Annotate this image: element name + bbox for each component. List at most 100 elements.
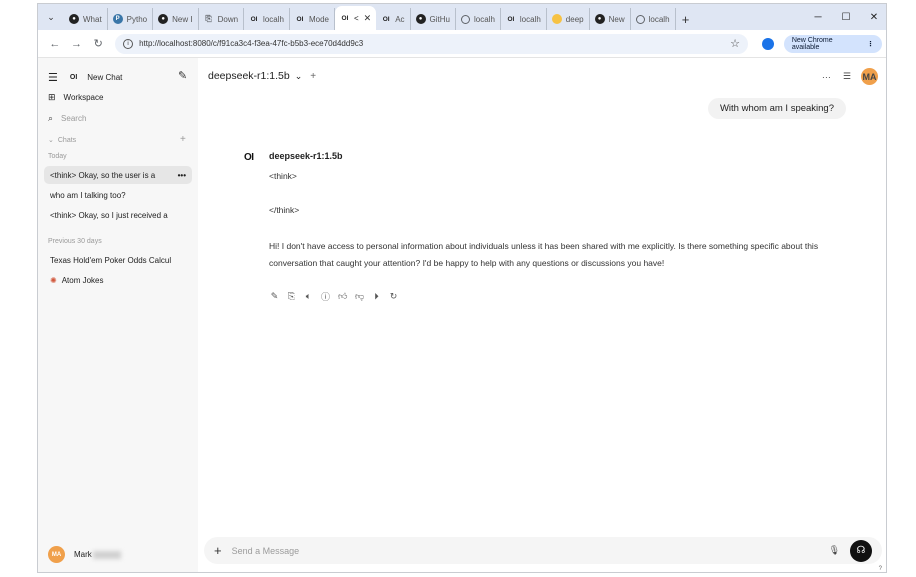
attach-plus-icon[interactable]: + bbox=[214, 543, 222, 558]
url-text: http://localhost:8080/c/f91ca3c4-f3ea-47… bbox=[139, 39, 364, 48]
openwebui-logo: OI bbox=[69, 74, 78, 81]
reload-icon[interactable]: ↻ bbox=[87, 37, 109, 50]
huggingface-icon bbox=[551, 14, 562, 24]
window-controls: ─ ☐ ✕ bbox=[804, 4, 886, 30]
tab[interactable]: ● New I bbox=[153, 8, 199, 30]
model-selector[interactable]: deepseek-r1:1.5b ⌄ + bbox=[208, 70, 316, 82]
read-aloud-icon[interactable]: 🔈︎ bbox=[304, 291, 313, 302]
tab[interactable]: OI localh bbox=[244, 8, 290, 30]
headphones-icon: ☊ bbox=[856, 545, 866, 556]
chat-item[interactable]: ✺ Atom Jokes bbox=[44, 271, 192, 289]
sidebar: ☰ OI New Chat ✎ ⊞ Workspace ⌕ Search ⌄ C… bbox=[38, 58, 198, 572]
chat-item[interactable]: <think> Okay, so I just received a bbox=[44, 206, 192, 224]
browser-toolbar: ← → ↻ i http://localhost:8080/c/f91ca3c4… bbox=[38, 30, 886, 58]
chevron-down-icon: ⌄ bbox=[294, 70, 303, 81]
controls-sliders-icon[interactable]: ☰ bbox=[843, 71, 851, 82]
chat-item[interactable]: Texas Hold'em Poker Odds Calcul bbox=[44, 251, 192, 269]
menu-icon[interactable]: ☰ bbox=[48, 71, 58, 84]
tab[interactable]: OI Mode bbox=[290, 8, 335, 30]
openwebui-icon: OI bbox=[382, 15, 390, 23]
bookmark-star-icon[interactable]: ☆ bbox=[730, 37, 740, 50]
openwebui-icon: OI bbox=[507, 15, 515, 23]
chats-section-header[interactable]: ⌄ Chats bbox=[48, 136, 76, 145]
new-chat-edit-icon[interactable]: ✎ bbox=[178, 69, 187, 82]
tab[interactable]: ● GitHu bbox=[411, 8, 456, 30]
tab[interactable]: ⎘ Down bbox=[199, 8, 245, 30]
previous-30-days-label: Previous 30 days bbox=[48, 238, 102, 245]
continue-icon[interactable]: ⏵ bbox=[372, 291, 381, 302]
user-message: With whom am I speaking? bbox=[707, 98, 846, 119]
back-icon[interactable]: ← bbox=[44, 38, 66, 50]
sidebar-header: ☰ OI New Chat bbox=[48, 71, 122, 84]
tab-strip: ⌄ ● What P Pytho ● New I ⎘ Down OI localh OI M… bbox=[38, 4, 886, 30]
github-icon: ● bbox=[69, 14, 79, 24]
user-name: Mark bbox=[74, 550, 92, 559]
sidebar-search[interactable]: ⌕ Search bbox=[48, 113, 86, 124]
profile-icon[interactable] bbox=[761, 37, 774, 50]
user-avatar: MA bbox=[48, 546, 65, 563]
search-input[interactable]: Search bbox=[61, 114, 86, 123]
redacted-surname bbox=[92, 550, 121, 559]
add-folder-icon[interactable]: + bbox=[180, 134, 186, 145]
chat-item[interactable]: <think> Okay, so the user is a ••• bbox=[44, 166, 192, 184]
tab[interactable]: deep bbox=[547, 8, 590, 30]
microphone-icon[interactable]: 🎙︎ bbox=[829, 545, 840, 556]
address-bar[interactable]: i http://localhost:8080/c/f91ca3c4-f3ea-… bbox=[115, 33, 748, 54]
help-icon[interactable]: ? bbox=[879, 566, 882, 572]
voice-mode-button[interactable]: ☊ bbox=[850, 539, 872, 562]
header-actions: ··· ☰ MA bbox=[810, 68, 878, 85]
more-options-icon[interactable]: ••• bbox=[173, 170, 186, 180]
forward-icon[interactable]: → bbox=[66, 38, 88, 50]
copy-icon[interactable]: ⎘ bbox=[287, 291, 296, 302]
close-window-icon[interactable]: ✕ bbox=[860, 12, 886, 23]
tab-active[interactable]: OI < ✕ bbox=[334, 6, 377, 30]
new-chrome-available-button[interactable]: New Chrome available ⋮ bbox=[783, 34, 883, 53]
kebab-menu-icon: ⋮ bbox=[867, 40, 875, 48]
github-icon: ● bbox=[415, 14, 426, 24]
site-info-icon[interactable]: i bbox=[123, 38, 134, 49]
maximize-icon[interactable]: ☐ bbox=[832, 12, 860, 23]
today-label: Today bbox=[48, 153, 67, 160]
sidebar-item-workspace[interactable]: ⊞ Workspace bbox=[48, 92, 103, 103]
user-avatar[interactable]: MA bbox=[861, 68, 878, 85]
openwebui-icon: OI bbox=[341, 14, 349, 22]
tab[interactable]: OI Ac bbox=[376, 8, 411, 30]
message-input[interactable]: Send a Message bbox=[232, 546, 829, 556]
chevron-down-icon: ⌄ bbox=[47, 11, 55, 22]
add-model-icon[interactable]: + bbox=[310, 71, 316, 82]
search-icon: ⌕ bbox=[48, 113, 54, 123]
assistant-name: deepseek-r1:1.5b bbox=[269, 151, 343, 161]
tab[interactable]: ● What bbox=[64, 8, 108, 30]
tab[interactable]: ● New bbox=[590, 8, 631, 30]
github-icon: ● bbox=[158, 14, 169, 24]
edit-icon[interactable]: ✎ bbox=[270, 291, 279, 302]
workspace-grid-icon: ⊞ bbox=[48, 92, 56, 102]
thumbs-down-icon[interactable]: 👎︎ bbox=[355, 291, 364, 302]
tab-search-button[interactable]: ⌄ bbox=[38, 4, 64, 30]
close-tab-icon[interactable]: ✕ bbox=[364, 13, 372, 24]
new-tab-button[interactable]: + bbox=[676, 8, 696, 30]
info-icon[interactable]: ⓘ bbox=[321, 290, 330, 303]
minimize-icon[interactable]: ─ bbox=[804, 12, 832, 23]
think-close-tag: </think> bbox=[269, 205, 300, 215]
new-chat-label[interactable]: New Chat bbox=[87, 73, 122, 82]
tab[interactable]: localh bbox=[631, 8, 676, 30]
thumbs-up-icon[interactable]: 👍︎ bbox=[338, 291, 347, 302]
tab[interactable]: localh bbox=[456, 8, 501, 30]
tab[interactable]: OI localh bbox=[501, 8, 547, 30]
openwebui-icon: OI bbox=[296, 15, 304, 23]
regenerate-icon[interactable]: ↻ bbox=[389, 291, 398, 302]
tab[interactable]: P Pytho bbox=[108, 8, 154, 30]
assistant-response: Hi! I don't have access to personal info… bbox=[269, 241, 819, 268]
github-icon: ● bbox=[594, 14, 605, 24]
globe-icon bbox=[635, 14, 645, 24]
think-open-tag: <think> bbox=[269, 171, 297, 181]
user-menu[interactable]: MA Mark bbox=[48, 546, 121, 563]
message-composer: + Send a Message 🎙︎ ☊ bbox=[204, 537, 882, 564]
globe-icon bbox=[460, 14, 470, 24]
document-icon: ⎘ bbox=[205, 14, 212, 23]
message-actions: ✎ ⎘ 🔈︎ ⓘ 👍︎ 👎︎ ⏵ ↻ bbox=[270, 290, 406, 303]
chat-item[interactable]: who am I talking too? bbox=[44, 186, 192, 204]
assistant-logo: OI bbox=[244, 152, 254, 163]
more-options-icon[interactable]: ··· bbox=[822, 72, 831, 82]
